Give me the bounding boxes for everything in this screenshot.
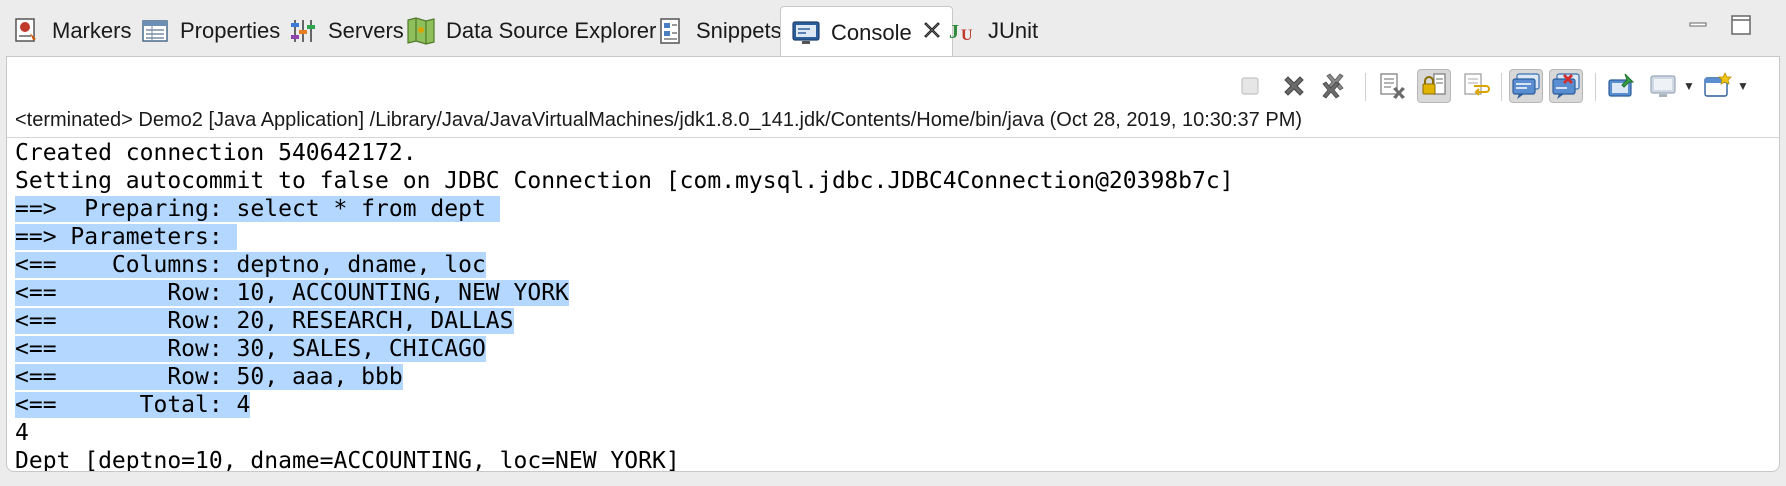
divider	[7, 137, 1779, 138]
chevron-down-icon[interactable]: ▼	[1737, 79, 1749, 93]
show-on-stdout-icon[interactable]	[1509, 69, 1543, 103]
selected-console-text: ==> Preparing: select * from dept	[15, 196, 500, 222]
tab-snippets[interactable]: Snippets	[656, 6, 782, 56]
tab-junit[interactable]: J U JUnit	[948, 6, 1038, 56]
view-tab-bar: Markers Properties Servers Data Source E…	[0, 0, 1786, 58]
selected-console-text: <== Row: 10, ACCOUNTING, NEW YORK	[15, 280, 569, 306]
clear-console-icon[interactable]	[1375, 69, 1409, 103]
tab-servers[interactable]: Servers	[288, 6, 404, 56]
console-line: Dept [deptno=10, dname=ACCOUNTING, loc=N…	[15, 447, 1775, 472]
console-line: <== Row: 20, RESEARCH, DALLAS	[15, 307, 1775, 335]
console-panel: ▼ ▼ <terminated> Demo2 [Java Application…	[6, 56, 1780, 472]
svg-text:U: U	[961, 27, 973, 43]
tab-label: JUnit	[988, 18, 1039, 43]
tab-label: Markers	[52, 18, 132, 43]
pin-console-icon[interactable]	[1605, 69, 1639, 103]
close-tab-icon[interactable]	[922, 20, 942, 46]
tab-label: Snippets	[696, 18, 782, 43]
toolbar-separator	[1595, 73, 1596, 101]
console-output[interactable]: Created connection 540642172. Setting aut…	[15, 139, 1775, 472]
data-source-explorer-icon	[406, 16, 436, 46]
eclipse-console-view: Markers Properties Servers Data Source E…	[0, 0, 1786, 486]
snippets-icon	[656, 16, 686, 46]
console-line: <== Total: 4	[15, 391, 1775, 419]
tab-label: Properties	[180, 18, 281, 43]
chevron-down-icon[interactable]: ▼	[1683, 79, 1695, 93]
selected-console-text: <== Row: 20, RESEARCH, DALLAS	[15, 308, 514, 334]
open-console-icon[interactable]	[1701, 69, 1735, 103]
tab-console[interactable]: Console	[780, 6, 953, 58]
svg-text:J: J	[949, 21, 959, 43]
remove-all-terminated-icon[interactable]	[1317, 69, 1351, 103]
console-line: <== Row: 10, ACCOUNTING, NEW YORK	[15, 279, 1775, 307]
console-line: Setting autocommit to false on JDBC Conn…	[15, 167, 1775, 195]
display-console-icon[interactable]	[1647, 69, 1681, 103]
window-bottom-edge	[0, 472, 1786, 486]
console-text: 4	[15, 420, 29, 446]
show-on-stderr-icon[interactable]	[1549, 69, 1583, 103]
scroll-lock-icon[interactable]	[1417, 69, 1451, 103]
maximize-icon[interactable]	[1730, 14, 1752, 42]
tab-markers[interactable]: Markers	[12, 6, 131, 56]
console-line: ==> Preparing: select * from dept	[15, 195, 1775, 223]
console-icon	[791, 18, 821, 48]
tab-label: Servers	[328, 18, 404, 43]
markers-icon	[12, 16, 42, 46]
selected-console-text: <== Row: 30, SALES, CHICAGO	[15, 336, 486, 362]
tab-label: Console	[831, 19, 912, 45]
console-text: Dept [deptno=10, dname=ACCOUNTING, loc=N…	[15, 448, 680, 472]
console-line: Created connection 540642172.	[15, 139, 1775, 167]
selected-console-text: <== Row: 50, aaa, bbb	[15, 364, 403, 390]
terminate-icon[interactable]	[1233, 69, 1267, 103]
toolbar-separator	[1365, 73, 1366, 101]
tab-properties[interactable]: Properties	[140, 6, 280, 56]
properties-icon	[140, 16, 170, 46]
console-line: <== Row: 50, aaa, bbb	[15, 363, 1775, 391]
console-text: Setting autocommit to false on JDBC Conn…	[15, 168, 1234, 194]
word-wrap-icon[interactable]	[1459, 69, 1493, 103]
remove-launch-icon[interactable]	[1277, 69, 1311, 103]
selected-console-text: <== Total: 4	[15, 392, 251, 418]
toolbar-separator	[1501, 73, 1502, 101]
console-line: 4	[15, 419, 1775, 447]
selected-console-text: <== Columns: deptno, dname, loc	[15, 252, 486, 278]
console-status-line: <terminated> Demo2 [Java Application] /L…	[15, 109, 1303, 131]
console-line: <== Row: 30, SALES, CHICAGO	[15, 335, 1775, 363]
tab-label: Data Source Explorer	[446, 18, 657, 43]
console-line: <== Columns: deptno, dname, loc	[15, 251, 1775, 279]
junit-icon: J U	[948, 16, 978, 46]
console-line: ==> Parameters:	[15, 223, 1775, 251]
tab-data-source-explorer[interactable]: Data Source Explorer	[406, 6, 656, 56]
servers-icon	[288, 16, 318, 46]
minimize-icon[interactable]	[1688, 14, 1708, 40]
selected-console-text: ==> Parameters:	[15, 224, 237, 250]
console-text: Created connection 540642172.	[15, 140, 417, 166]
console-toolbar: ▼ ▼	[7, 65, 1779, 105]
